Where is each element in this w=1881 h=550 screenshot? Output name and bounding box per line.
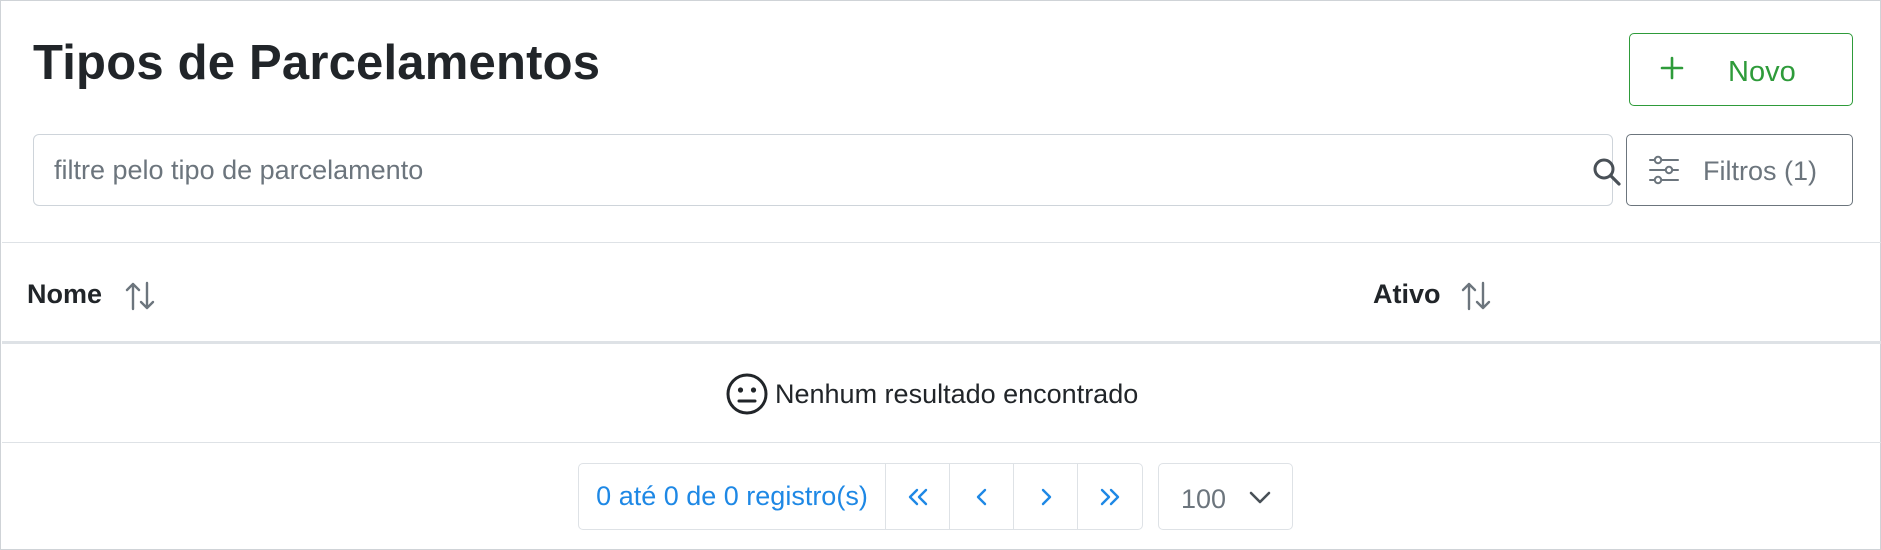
pagination: 0 até 0 de 0 registro(s) xyxy=(578,463,1143,530)
next-page-button[interactable] xyxy=(1014,464,1078,529)
pagination-info: 0 até 0 de 0 registro(s) xyxy=(579,464,886,529)
chevron-right-icon xyxy=(1041,488,1051,505)
previous-page-button[interactable] xyxy=(950,464,1014,529)
search-box xyxy=(33,134,1621,206)
page-container: Tipos de Parcelamentos Novo Filtros (1) … xyxy=(0,0,1881,550)
empty-state: Nenhum resultado encontrado xyxy=(725,371,1138,417)
new-button-label: Novo xyxy=(1728,56,1796,88)
sliders-icon xyxy=(1649,155,1679,185)
divider xyxy=(2,442,1881,443)
page-size-select[interactable]: 100 xyxy=(1158,463,1293,530)
filters-button[interactable]: Filtros (1) xyxy=(1626,134,1853,206)
chevron-left-icon xyxy=(976,488,986,505)
page-size-value: 100 xyxy=(1181,484,1227,514)
new-button[interactable]: Novo xyxy=(1629,33,1853,106)
sort-icon[interactable] xyxy=(123,279,157,313)
column-header-nome[interactable]: Nome xyxy=(27,279,102,310)
column-header-ativo[interactable]: Ativo xyxy=(1373,279,1441,310)
neutral-face-icon xyxy=(726,373,768,415)
chevron-down-icon xyxy=(1249,491,1271,504)
double-chevron-right-icon xyxy=(1100,488,1120,505)
table-header-divider xyxy=(2,341,1881,344)
page-title: Tipos de Parcelamentos xyxy=(33,36,601,90)
filters-button-label: Filtros (1) xyxy=(1703,156,1817,186)
double-chevron-left-icon xyxy=(908,488,927,505)
last-page-button[interactable] xyxy=(1078,464,1142,529)
plus-icon xyxy=(1660,56,1684,80)
search-icon[interactable] xyxy=(1590,155,1624,189)
sort-icon[interactable] xyxy=(1459,279,1493,313)
divider xyxy=(2,242,1881,243)
empty-message: Nenhum resultado encontrado xyxy=(775,378,1139,409)
first-page-button[interactable] xyxy=(886,464,950,529)
search-input[interactable] xyxy=(54,149,1534,191)
